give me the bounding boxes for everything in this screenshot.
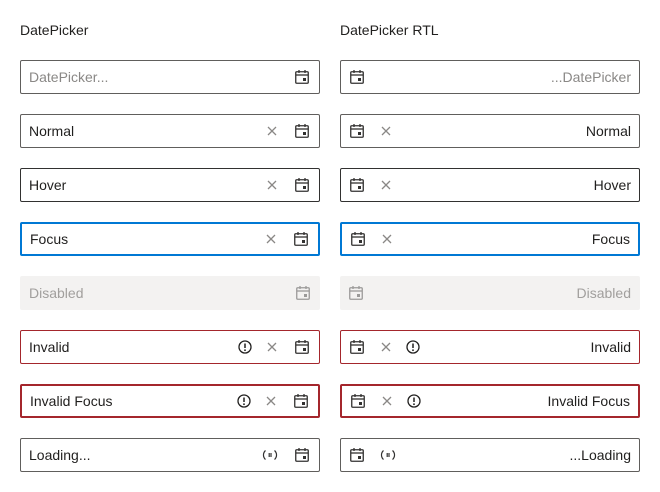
datepicker-field-placeholder-rtl[interactable]: ...DatePicker <box>340 60 640 94</box>
datepicker-field-normal-rtl[interactable]: Normal <box>340 114 640 148</box>
datepicker-field-normal[interactable]: Normal <box>20 114 320 148</box>
datepicker-value: Focus <box>591 231 630 247</box>
datepicker-field-invalid-focus[interactable]: Invalid Focus <box>20 384 320 418</box>
datepicker-field-loading[interactable]: Loading... <box>20 438 320 472</box>
calendar-icon <box>340 277 372 309</box>
datepicker-field-disabled: Disabled <box>20 276 320 310</box>
calendar-icon[interactable] <box>341 115 373 147</box>
calendar-icon[interactable] <box>341 61 373 93</box>
datepicker-value: Disabled <box>29 285 84 301</box>
clear-icon[interactable] <box>259 331 285 363</box>
loading-icon <box>255 439 285 471</box>
datepicker-field-placeholder[interactable]: DatePicker... <box>20 60 320 94</box>
calendar-icon[interactable] <box>342 385 374 417</box>
calendar-icon[interactable] <box>341 331 373 363</box>
calendar-icon[interactable] <box>341 169 373 201</box>
datepicker-value: Invalid Focus <box>30 393 113 409</box>
datepicker-value: Normal <box>29 123 75 139</box>
datepicker-field-invalid-focus-rtl[interactable]: Invalid Focus <box>340 384 640 418</box>
clear-icon[interactable] <box>373 331 399 363</box>
datepicker-value: Loading... <box>29 447 91 463</box>
datepicker-placeholder: DatePicker... <box>29 69 109 85</box>
column-heading: DatePicker <box>20 22 89 38</box>
error-icon <box>400 385 428 417</box>
clear-icon[interactable] <box>374 223 400 255</box>
calendar-icon[interactable] <box>285 169 319 201</box>
calendar-icon[interactable] <box>341 439 373 471</box>
error-icon <box>231 331 259 363</box>
datepicker-value: Hover <box>29 177 67 193</box>
datepicker-field-focus-rtl[interactable]: Focus <box>340 222 640 256</box>
datepicker-value: Invalid Focus <box>547 393 630 409</box>
datepicker-field-focus[interactable]: Focus <box>20 222 320 256</box>
datepicker-value: Hover <box>593 177 631 193</box>
calendar-icon[interactable] <box>285 61 319 93</box>
datepicker-field-loading-rtl[interactable]: ...Loading <box>340 438 640 472</box>
datepicker-placeholder: ...DatePicker <box>550 69 631 85</box>
datepicker-field-invalid[interactable]: Invalid <box>20 330 320 364</box>
error-icon <box>399 331 427 363</box>
clear-icon[interactable] <box>258 223 284 255</box>
clear-icon[interactable] <box>259 169 285 201</box>
clear-icon[interactable] <box>374 385 400 417</box>
clear-icon[interactable] <box>259 115 285 147</box>
calendar-icon <box>286 277 320 309</box>
column-heading-rtl: DatePicker RTL <box>340 22 439 38</box>
datepicker-value: Focus <box>30 231 69 247</box>
datepicker-value: Invalid <box>29 339 70 355</box>
clear-icon[interactable] <box>373 115 399 147</box>
datepicker-value: Normal <box>585 123 631 139</box>
calendar-icon[interactable] <box>285 331 319 363</box>
clear-icon[interactable] <box>373 169 399 201</box>
datepicker-field-disabled-rtl: Disabled <box>340 276 640 310</box>
loading-icon <box>373 439 403 471</box>
calendar-icon[interactable] <box>285 439 319 471</box>
clear-icon[interactable] <box>258 385 284 417</box>
calendar-icon[interactable] <box>284 223 318 255</box>
calendar-icon[interactable] <box>285 115 319 147</box>
datepicker-value: Disabled <box>576 285 631 301</box>
calendar-icon[interactable] <box>342 223 374 255</box>
datepicker-field-hover-rtl[interactable]: Hover <box>340 168 640 202</box>
datepicker-value: ...Loading <box>569 447 632 463</box>
datepicker-value: Invalid <box>590 339 631 355</box>
error-icon <box>230 385 258 417</box>
datepicker-field-invalid-rtl[interactable]: Invalid <box>340 330 640 364</box>
datepicker-field-hover[interactable]: Hover <box>20 168 320 202</box>
calendar-icon[interactable] <box>284 385 318 417</box>
